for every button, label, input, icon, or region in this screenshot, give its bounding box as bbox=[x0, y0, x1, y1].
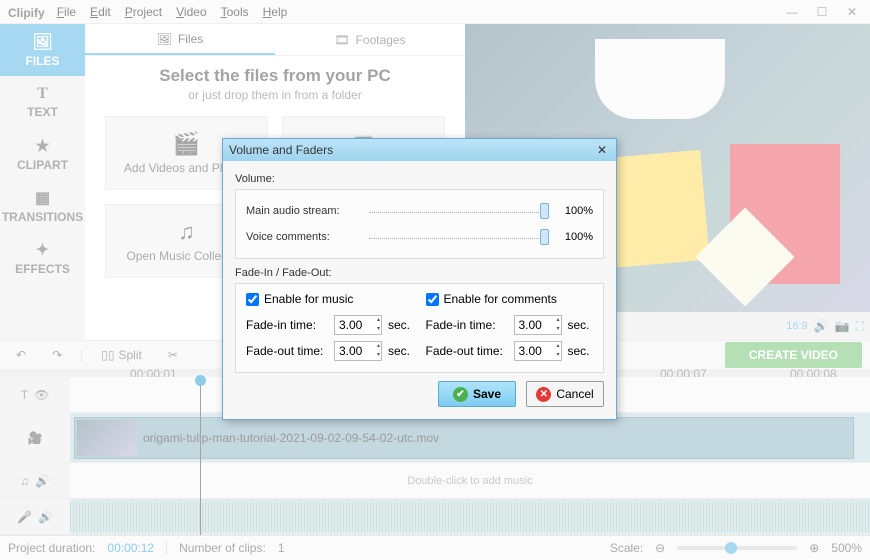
dialog-title-text: Volume and Faders bbox=[229, 143, 333, 157]
volume-group: Main audio stream: 100% Voice comments: … bbox=[235, 189, 604, 259]
volume-faders-dialog: Volume and Faders ✕ Volume: Main audio s… bbox=[222, 138, 617, 420]
comments-fadein-input[interactable]: 3.00 bbox=[514, 315, 562, 335]
save-button[interactable]: ✔Save bbox=[438, 381, 516, 407]
music-fadein-input[interactable]: 3.00 bbox=[334, 315, 382, 335]
enable-music-label: Enable for music bbox=[264, 292, 353, 306]
cancel-icon: ✕ bbox=[536, 387, 551, 402]
main-audio-slider[interactable] bbox=[369, 210, 549, 213]
main-audio-label: Main audio stream: bbox=[246, 205, 361, 217]
enable-comments-label: Enable for comments bbox=[444, 292, 557, 306]
dialog-titlebar[interactable]: Volume and Faders ✕ bbox=[223, 139, 616, 161]
voice-comments-slider[interactable] bbox=[369, 236, 549, 239]
music-fadeout-label: Fade-out time: bbox=[246, 344, 328, 358]
fade-comments-column: Enable for comments Fade-in time:3.00sec… bbox=[426, 292, 594, 364]
check-icon: ✔ bbox=[453, 387, 468, 402]
voice-comments-value: 100% bbox=[557, 231, 593, 243]
comments-fadeout-input[interactable]: 3.00 bbox=[514, 341, 562, 361]
volume-group-label: Volume: bbox=[235, 173, 604, 185]
fade-group-label: Fade-In / Fade-Out: bbox=[235, 267, 604, 279]
voice-comments-label: Voice comments: bbox=[246, 231, 361, 243]
music-fadeout-input[interactable]: 3.00 bbox=[334, 341, 382, 361]
voice-comments-thumb[interactable] bbox=[540, 229, 549, 245]
fade-group: Enable for music Fade-in time:3.00sec. F… bbox=[235, 283, 604, 373]
enable-comments-checkbox[interactable] bbox=[426, 293, 439, 306]
comments-fadeout-label: Fade-out time: bbox=[426, 344, 508, 358]
music-fadein-label: Fade-in time: bbox=[246, 318, 328, 332]
main-audio-thumb[interactable] bbox=[540, 203, 549, 219]
cancel-button[interactable]: ✕Cancel bbox=[526, 381, 604, 407]
enable-music-checkbox[interactable] bbox=[246, 293, 259, 306]
fade-music-column: Enable for music Fade-in time:3.00sec. F… bbox=[246, 292, 414, 364]
dialog-close-button[interactable]: ✕ bbox=[594, 143, 610, 157]
main-audio-value: 100% bbox=[557, 205, 593, 217]
comments-fadein-label: Fade-in time: bbox=[426, 318, 508, 332]
